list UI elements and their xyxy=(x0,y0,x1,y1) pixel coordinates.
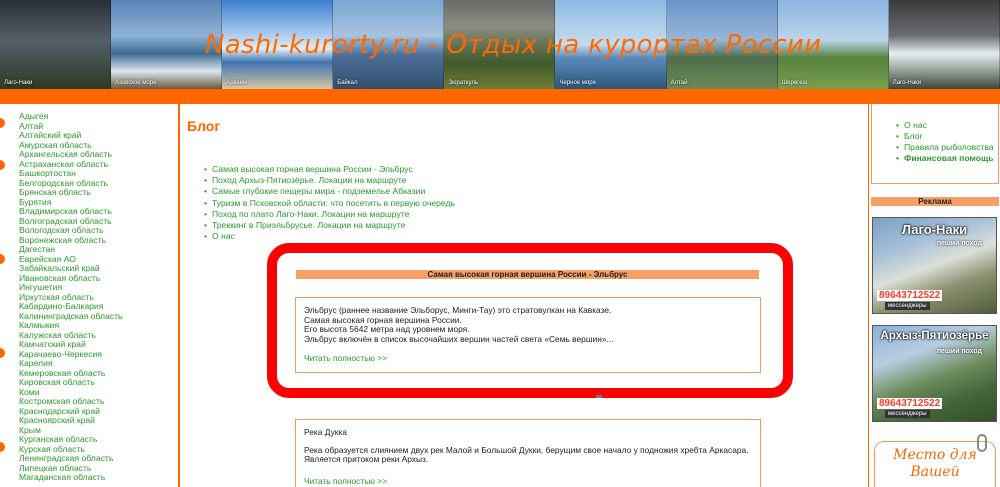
banner-photo: Лаго-Наки xyxy=(888,0,1000,89)
ad-phone: 89643712522 xyxy=(877,398,943,409)
menu-item-blog[interactable]: Блог xyxy=(896,131,994,142)
site-menu: О нас Блог Правила рыболовства Финансова… xyxy=(871,104,999,184)
banner-caption: Шерегеш xyxy=(781,80,808,86)
banner-caption: Зюраткуль xyxy=(448,80,478,86)
ad-note: мессенджеры xyxy=(885,302,930,310)
ad-subtitle: пеший поход xyxy=(936,348,982,355)
menu-list: О нас Блог Правила рыболовства Финансова… xyxy=(896,120,994,164)
post-link[interactable]: Поход Архыз-Пятиозёрье. Локации на маршр… xyxy=(204,175,455,186)
banner-caption: Аркаим xyxy=(226,80,248,86)
ad-banner-lago-naki[interactable]: Лаго-Наки пеший поход 89643712522 мессен… xyxy=(872,217,997,314)
card-heading: Река Дукка xyxy=(304,427,347,437)
read-more-link[interactable]: Читать полностью >> xyxy=(304,476,752,487)
menu-item-fishing-rules[interactable]: Правила рыболовства xyxy=(896,142,994,153)
post-list: Самая высокая горная вершина России - Эл… xyxy=(204,164,455,243)
bullet-icon xyxy=(0,160,5,170)
post-link[interactable]: Треккинг в Приэльбрусье. Локации на марш… xyxy=(204,220,455,231)
bullet-icon xyxy=(0,442,5,452)
post-link[interactable]: Самые глубокие пещеры мира - подземелье … xyxy=(204,186,455,197)
bullet-icon xyxy=(0,348,5,358)
ad-title: Архыз-Пятиозёрье xyxy=(880,330,989,342)
ad-note: мессенджеры xyxy=(885,410,930,418)
banner-caption: Алтай xyxy=(670,80,688,86)
post-link-about[interactable]: О нас xyxy=(204,231,455,242)
ad-placeholder-line: Вашей xyxy=(910,464,960,480)
main-content: Блог Самая высокая горная вершина России… xyxy=(182,104,868,487)
right-sidebar: О нас Блог Правила рыболовства Финансова… xyxy=(868,104,1000,487)
separator-mark xyxy=(596,395,602,398)
region-list: Адыгея Алтай Алтайский край Амурская област… xyxy=(19,111,123,483)
banner-caption: Лаго-Наки xyxy=(4,80,33,86)
site-title[interactable]: Nashi-kurorty.ru - Отдых на курортах Рос… xyxy=(205,30,821,60)
bullet-icon xyxy=(0,254,5,264)
ad-title: Лаго-Наки xyxy=(901,222,968,237)
bullet-icon xyxy=(0,118,5,128)
menu-item-financial-help[interactable]: Финансовая помощь xyxy=(896,153,994,164)
banner-caption: Лаго-Наки xyxy=(892,80,922,86)
card-text: Является притоком реки Архыз. xyxy=(304,454,429,465)
page-title: Блог xyxy=(187,118,221,134)
header-divider xyxy=(0,89,1000,104)
ads-label: Реклама xyxy=(871,197,999,206)
post-link[interactable]: Туризм в Псковской области: что посетить… xyxy=(204,198,455,209)
ad-subtitle: пеший поход xyxy=(936,240,982,247)
region-sidebar: Адыгея Алтай Алтайский край Амурская област… xyxy=(0,104,180,487)
highlight-frame xyxy=(267,243,793,398)
banner-photo: Лаго-Наки xyxy=(0,0,112,89)
banner-caption: Байкал xyxy=(337,80,358,86)
post-link[interactable]: Поход по плато Лаго-Наки. Локации на мар… xyxy=(204,209,455,220)
sidebar-item-region[interactable]: Магаданская область xyxy=(19,472,123,483)
banner-caption: Черное море xyxy=(559,80,596,86)
post-link[interactable]: Самая высокая горная вершина России - Эл… xyxy=(204,164,455,175)
menu-item-about[interactable]: О нас xyxy=(896,120,994,131)
paperclip-icon xyxy=(977,434,987,452)
blog-card: Река Дукка Река образуется слиянием двух… xyxy=(295,419,761,487)
ad-banner-arkhyz[interactable]: Архыз-Пятиозёрье пеший поход 89643712522… xyxy=(872,325,997,422)
ad-phone: 89643712522 xyxy=(877,290,943,301)
banner-caption: Азовское море xyxy=(115,80,157,86)
